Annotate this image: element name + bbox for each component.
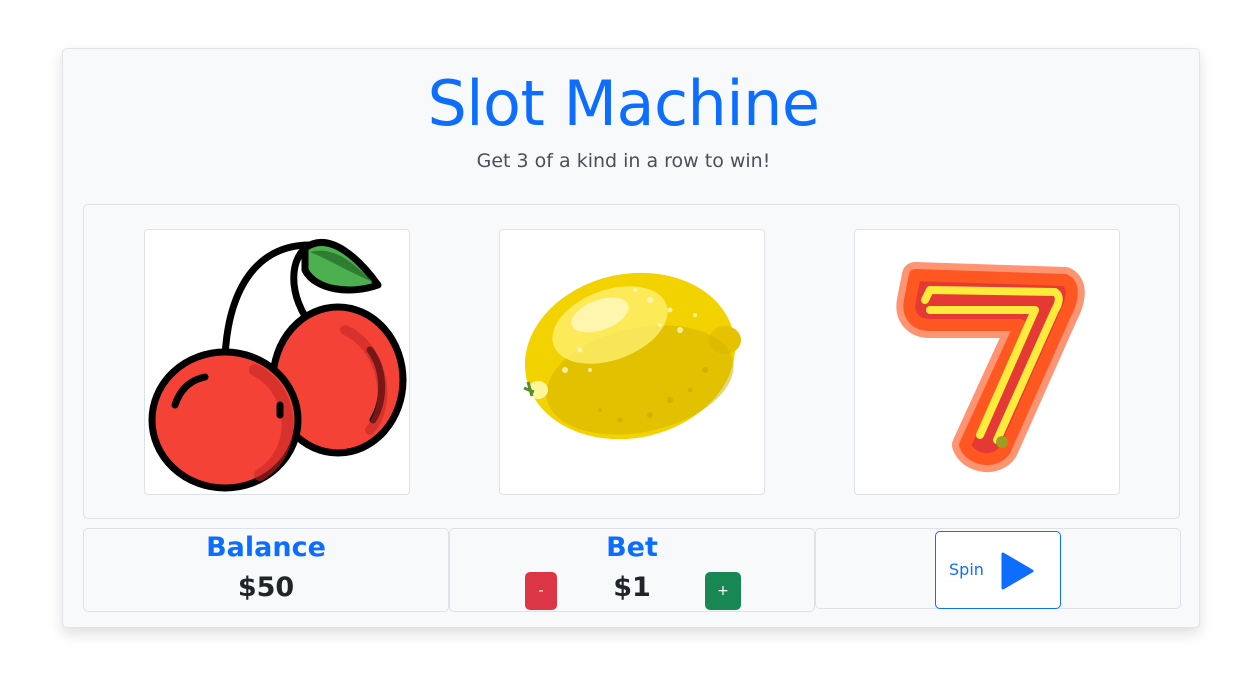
reel-1[interactable] — [144, 229, 410, 495]
balance-label: Balance — [206, 532, 326, 563]
reel-3[interactable] — [854, 229, 1120, 495]
bet-value: $1 — [613, 572, 651, 603]
increase-bet-button[interactable]: + — [705, 572, 741, 610]
seven-icon — [896, 262, 1085, 472]
page-subtitle: Get 3 of a kind in a row to win! — [476, 150, 771, 172]
bet-label: Bet — [606, 532, 658, 563]
spin-label: Spin — [949, 560, 984, 579]
play-icon — [1001, 552, 1034, 590]
decrease-bet-button[interactable]: - — [525, 572, 557, 610]
page-title: Slot Machine — [427, 67, 820, 140]
reel-2[interactable] — [499, 229, 765, 495]
lemon-icon — [523, 272, 741, 440]
spin-button[interactable]: Spin — [935, 531, 1061, 609]
balance-value: $50 — [237, 572, 295, 603]
cherry-icon — [148, 239, 407, 492]
